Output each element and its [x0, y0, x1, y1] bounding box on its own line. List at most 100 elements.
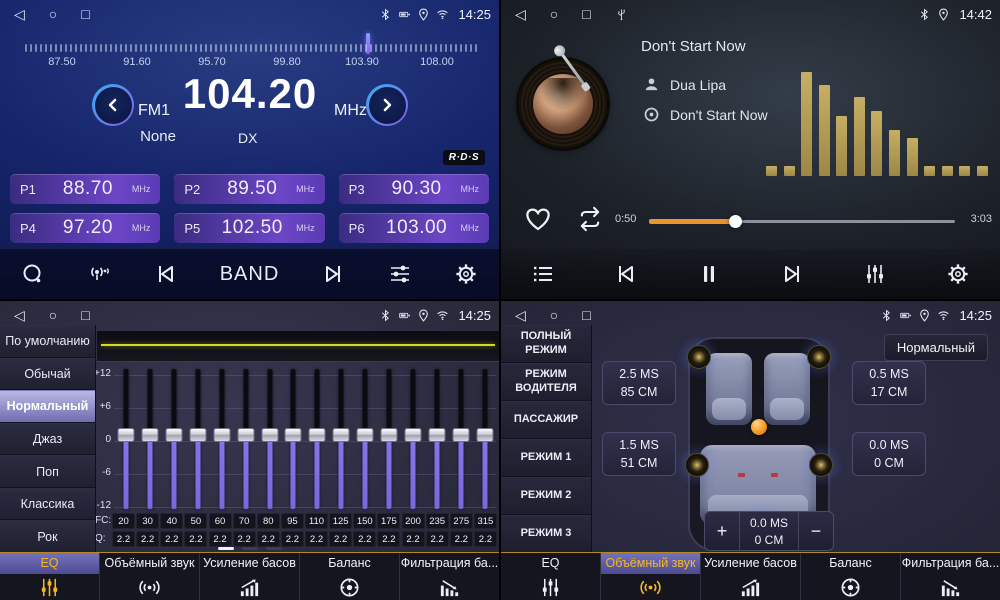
surround-mode-item[interactable]: РЕЖИМ 3 — [501, 515, 591, 553]
fc-value-chip[interactable]: 125 — [329, 513, 352, 529]
q-value-chip[interactable]: 2.2 — [377, 531, 400, 547]
eq-preset-item[interactable]: Нормальный — [0, 390, 95, 423]
eq-slider[interactable] — [142, 367, 158, 511]
eq-preset-item[interactable]: По умолчанию — [0, 325, 95, 358]
fc-value-chip[interactable]: 40 — [160, 513, 183, 529]
q-value-chip[interactable]: 2.2 — [136, 531, 159, 547]
tab-eq[interactable]: EQ — [0, 553, 99, 600]
eq-slider[interactable] — [285, 367, 301, 511]
radio-preset-button[interactable]: P188.70MHz — [10, 174, 160, 204]
tab-bass-boost[interactable]: Усиление басов — [700, 553, 800, 600]
nav-recents-button[interactable]: □ — [582, 6, 590, 22]
eq-preset-item[interactable]: Классика — [0, 488, 95, 521]
fc-value-chip[interactable]: 150 — [353, 513, 376, 529]
eq-slider[interactable] — [238, 367, 254, 511]
fc-value-chip[interactable]: 175 — [377, 513, 400, 529]
fc-value-chip[interactable]: 235 — [426, 513, 449, 529]
surround-mode-item[interactable]: ПОЛНЫЙ РЕЖИМ — [501, 325, 591, 363]
prev-track-button[interactable] — [614, 262, 638, 286]
settings-button[interactable] — [946, 262, 970, 286]
eq-preset-item[interactable]: Поп — [0, 455, 95, 488]
q-value-chip[interactable]: 2.2 — [112, 531, 135, 547]
slider-handle[interactable] — [213, 428, 230, 442]
eq-slider[interactable] — [118, 367, 134, 511]
delay-rear-right-button[interactable]: 0.0 MS 0 CM — [852, 432, 926, 476]
slider-handle[interactable] — [165, 428, 182, 442]
nav-recents-button[interactable]: □ — [81, 6, 89, 22]
radio-preset-button[interactable]: P289.50MHz — [174, 174, 324, 204]
delay-rear-left-button[interactable]: 1.5 MS 51 CM — [602, 432, 676, 476]
radio-preset-button[interactable]: P5102.50MHz — [174, 213, 324, 243]
delay-front-left-button[interactable]: 2.5 MS 85 CM — [602, 361, 676, 405]
slider-handle[interactable] — [476, 428, 493, 442]
fc-value-chip[interactable]: 110 — [305, 513, 328, 529]
tab-surround-sound[interactable]: Объёмный звук — [600, 553, 700, 600]
nav-back-button[interactable]: ◁ — [515, 307, 526, 324]
fc-value-chip[interactable]: 60 — [209, 513, 232, 529]
q-value-chip[interactable]: 2.2 — [450, 531, 473, 547]
tab-bass-boost[interactable]: Усиление басов — [199, 553, 299, 600]
eq-slider[interactable] — [166, 367, 182, 511]
broadcast-button[interactable] — [87, 262, 111, 286]
tune-down-button[interactable] — [92, 84, 134, 126]
nav-home-button[interactable]: ○ — [550, 6, 558, 22]
surround-mode-item[interactable]: ПАССАЖИР — [501, 401, 591, 439]
slider-handle[interactable] — [357, 428, 374, 442]
slider-handle[interactable] — [405, 428, 422, 442]
radio-preset-button[interactable]: P6103.00MHz — [339, 213, 489, 243]
delay-front-right-button[interactable]: 0.5 MS 17 CM — [852, 361, 926, 405]
nav-home-button[interactable]: ○ — [49, 6, 57, 22]
eq-slider[interactable] — [309, 367, 325, 511]
slider-handle[interactable] — [452, 428, 469, 442]
listening-position-indicator[interactable] — [751, 419, 767, 435]
nav-home-button[interactable]: ○ — [49, 307, 57, 323]
frequency-scale[interactable] — [0, 30, 499, 54]
fc-value-chip[interactable]: 200 — [402, 513, 425, 529]
eq-preset-item[interactable]: Джаз — [0, 423, 95, 456]
fc-value-chip[interactable]: 20 — [112, 513, 135, 529]
q-value-chip[interactable]: 2.2 — [426, 531, 449, 547]
equalizer-button[interactable] — [388, 262, 412, 286]
slider-handle[interactable] — [381, 428, 398, 442]
tab-eq[interactable]: EQ — [501, 553, 600, 600]
slider-handle[interactable] — [141, 428, 158, 442]
tab-balance[interactable]: Баланс — [299, 553, 399, 600]
radio-preset-button[interactable]: P390.30MHz — [339, 174, 489, 204]
settings-button[interactable] — [454, 262, 478, 286]
delay-decrease-button[interactable]: − — [799, 512, 833, 550]
nav-home-button[interactable]: ○ — [550, 307, 558, 323]
q-value-chip[interactable]: 2.2 — [353, 531, 376, 547]
fc-value-chip[interactable]: 80 — [257, 513, 280, 529]
eq-slider[interactable] — [214, 367, 230, 511]
band-button[interactable]: BAND — [220, 263, 280, 286]
fc-value-chip[interactable]: 315 — [474, 513, 497, 529]
eq-slider[interactable] — [453, 367, 469, 511]
nav-back-button[interactable]: ◁ — [14, 6, 25, 23]
fc-value-chip[interactable]: 95 — [281, 513, 304, 529]
search-button[interactable] — [21, 262, 45, 286]
next-track-button[interactable] — [780, 262, 804, 286]
eq-slider[interactable] — [262, 367, 278, 511]
nav-back-button[interactable]: ◁ — [515, 6, 526, 23]
equalizer-button[interactable] — [863, 262, 887, 286]
q-value-chip[interactable]: 2.2 — [281, 531, 304, 547]
radio-preset-button[interactable]: P497.20MHz — [10, 213, 160, 243]
slider-handle[interactable] — [285, 428, 302, 442]
nav-recents-button[interactable]: □ — [582, 307, 590, 323]
tune-up-button[interactable] — [366, 84, 408, 126]
prev-station-button[interactable] — [154, 262, 178, 286]
q-value-chip[interactable]: 2.2 — [160, 531, 183, 547]
slider-handle[interactable] — [309, 428, 326, 442]
tab-balance[interactable]: Баланс — [800, 553, 900, 600]
q-value-chip[interactable]: 2.2 — [184, 531, 207, 547]
slider-handle[interactable] — [261, 428, 278, 442]
eq-slider[interactable] — [477, 367, 493, 511]
fc-value-chip[interactable]: 275 — [450, 513, 473, 529]
favorite-button[interactable] — [523, 204, 553, 234]
profile-button[interactable]: Нормальный — [884, 334, 988, 361]
progress-bar[interactable] — [649, 220, 955, 223]
q-value-chip[interactable]: 2.2 — [474, 531, 497, 547]
q-value-chip[interactable]: 2.2 — [257, 531, 280, 547]
nav-back-button[interactable]: ◁ — [14, 307, 25, 324]
q-value-chip[interactable]: 2.2 — [402, 531, 425, 547]
